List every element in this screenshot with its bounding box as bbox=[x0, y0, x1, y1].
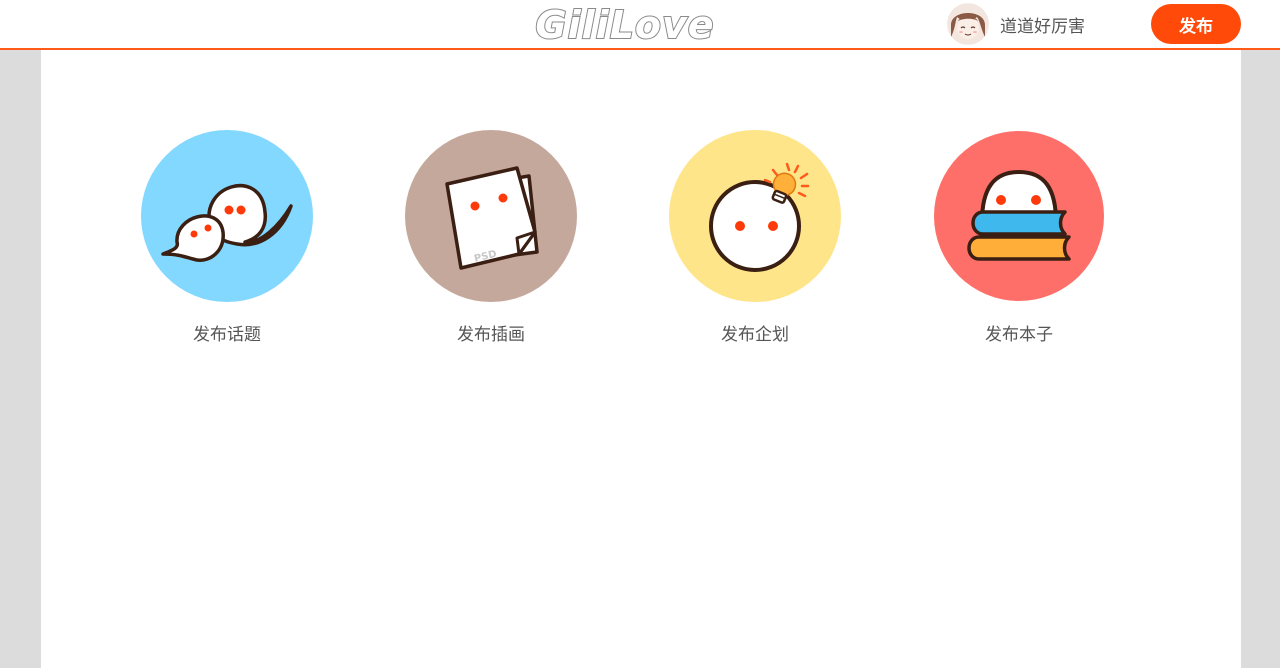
user-profile[interactable]: 道道好厉害 bbox=[947, 3, 1085, 45]
option-label[interactable]: 发布话题 bbox=[193, 320, 261, 345]
header: GiliLove 道道好厉害 发布 bbox=[0, 0, 1280, 50]
avatar[interactable] bbox=[947, 3, 989, 45]
book-stack-icon[interactable] bbox=[933, 130, 1105, 302]
publish-topic-option[interactable]: 发布话题 bbox=[141, 130, 313, 345]
option-label[interactable]: 发布插画 bbox=[457, 320, 525, 345]
publish-book-option[interactable]: 发布本子 bbox=[933, 130, 1105, 345]
publish-button[interactable]: 发布 bbox=[1151, 4, 1241, 44]
publish-project-option[interactable]: 发布企划 bbox=[669, 130, 841, 345]
lightbulb-idea-icon[interactable] bbox=[669, 130, 841, 302]
logo-text: GiliLove bbox=[535, 3, 714, 45]
paper-sheets-icon[interactable]: PSD bbox=[405, 130, 577, 302]
username[interactable]: 道道好厉害 bbox=[1000, 12, 1085, 37]
option-label[interactable]: 发布企划 bbox=[721, 320, 789, 345]
main-content: 发布话题 PSD 发布插画 发布企划 发布本子 bbox=[41, 50, 1241, 668]
option-label[interactable]: 发布本子 bbox=[985, 320, 1053, 345]
publish-illustration-option[interactable]: PSD 发布插画 bbox=[405, 130, 577, 345]
logo-graphic: GiliLove bbox=[534, 3, 714, 45]
gililove-logo[interactable]: GiliLove bbox=[514, 3, 736, 45]
avatar-image bbox=[947, 3, 989, 45]
speech-bubbles-icon[interactable] bbox=[141, 130, 313, 302]
